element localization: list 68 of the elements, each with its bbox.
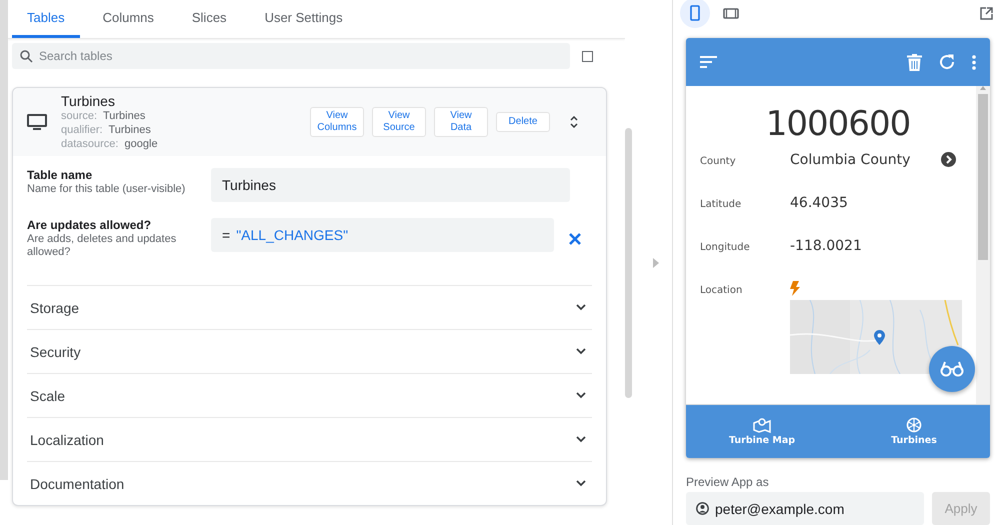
- section-header[interactable]: Documentation: [27, 461, 592, 505]
- tab[interactable]: Slices: [176, 0, 242, 38]
- section-header[interactable]: Scale: [27, 373, 592, 417]
- search-field[interactable]: Search tables: [12, 43, 570, 69]
- chevron-icon: [576, 480, 586, 487]
- view-button[interactable]: View Columns: [310, 107, 364, 137]
- glasses-icon: [940, 361, 964, 377]
- meta-label: source:: [61, 110, 98, 122]
- field-hint: Name for this table (user-visible): [27, 183, 186, 196]
- scrollbar-thumb[interactable]: [625, 128, 632, 398]
- user-email-field[interactable]: peter@example.com: [686, 492, 924, 525]
- tablet-icon: [723, 8, 739, 18]
- open-external-icon[interactable]: [980, 6, 993, 20]
- wheel-icon: [906, 417, 922, 433]
- chevron-icon: [576, 436, 586, 443]
- account-icon: [696, 502, 709, 515]
- search-icon: [20, 50, 33, 63]
- detail-label: Longitude: [700, 241, 751, 255]
- expand-collapse-icon[interactable]: [570, 116, 578, 128]
- detail-label: Latitude: [700, 198, 742, 212]
- glasses-button[interactable]: [929, 346, 975, 392]
- trash-icon[interactable]: [907, 54, 922, 70]
- section-header[interactable]: Localization: [27, 417, 592, 461]
- detail-label: Location: [700, 284, 744, 298]
- detail-label: County: [700, 155, 737, 169]
- scrollbar-thumb[interactable]: [978, 94, 988, 260]
- chevron-icon: [576, 392, 586, 399]
- map-icon: [753, 417, 771, 433]
- monitor-icon: [27, 114, 47, 130]
- table-name-field[interactable]: Turbines: [211, 168, 570, 202]
- tab[interactable]: Columns: [88, 0, 169, 38]
- device-mode-button[interactable]: [680, 0, 710, 28]
- expand-arrow-icon[interactable]: [653, 258, 659, 268]
- view-button[interactable]: View Data: [434, 107, 488, 137]
- nav-item[interactable]: Turbine Map: [686, 405, 838, 458]
- formula-field[interactable]: = "ALL_CHANGES": [211, 218, 554, 252]
- meta-value: Turbines: [108, 124, 151, 136]
- square-icon[interactable]: [582, 50, 593, 62]
- chevron-icon: [576, 348, 586, 355]
- clear-icon[interactable]: [568, 232, 582, 246]
- lightning-icon: [790, 281, 800, 296]
- field-label: Table name: [27, 168, 94, 182]
- chevron-icon: [576, 304, 586, 311]
- chevron-circle-icon[interactable]: [941, 152, 956, 167]
- meta-value: google: [124, 138, 158, 150]
- tab[interactable]: User Settings: [250, 0, 358, 38]
- section-header[interactable]: Security: [27, 329, 592, 373]
- meta-label: datasource:: [61, 138, 118, 150]
- table-title: Turbines: [61, 93, 116, 109]
- field-hint: Are adds, deletes and updates allowed?: [27, 233, 178, 259]
- record-heading: 1000600: [764, 104, 912, 144]
- meta-value: Turbines: [102, 110, 146, 122]
- phone-icon: [690, 5, 700, 21]
- tab[interactable]: Tables: [12, 0, 80, 38]
- view-button[interactable]: View Source: [372, 107, 426, 137]
- preview-as-label: Preview App as: [686, 475, 770, 489]
- meta-label: qualifier:: [61, 124, 103, 136]
- section-header[interactable]: Storage: [27, 285, 592, 329]
- map-pin-icon: [874, 330, 885, 345]
- sort-icon[interactable]: [700, 56, 717, 68]
- delete-button[interactable]: Delete: [496, 112, 550, 132]
- refresh-icon[interactable]: [938, 53, 956, 71]
- detail-value: 46.4035: [790, 195, 848, 211]
- detail-value: Columbia County: [790, 152, 912, 168]
- more-icon[interactable]: [972, 54, 976, 70]
- field-label: Are updates allowed?: [27, 218, 152, 232]
- nav-item[interactable]: Turbines: [838, 405, 990, 458]
- detail-value: -118.0021: [790, 238, 862, 254]
